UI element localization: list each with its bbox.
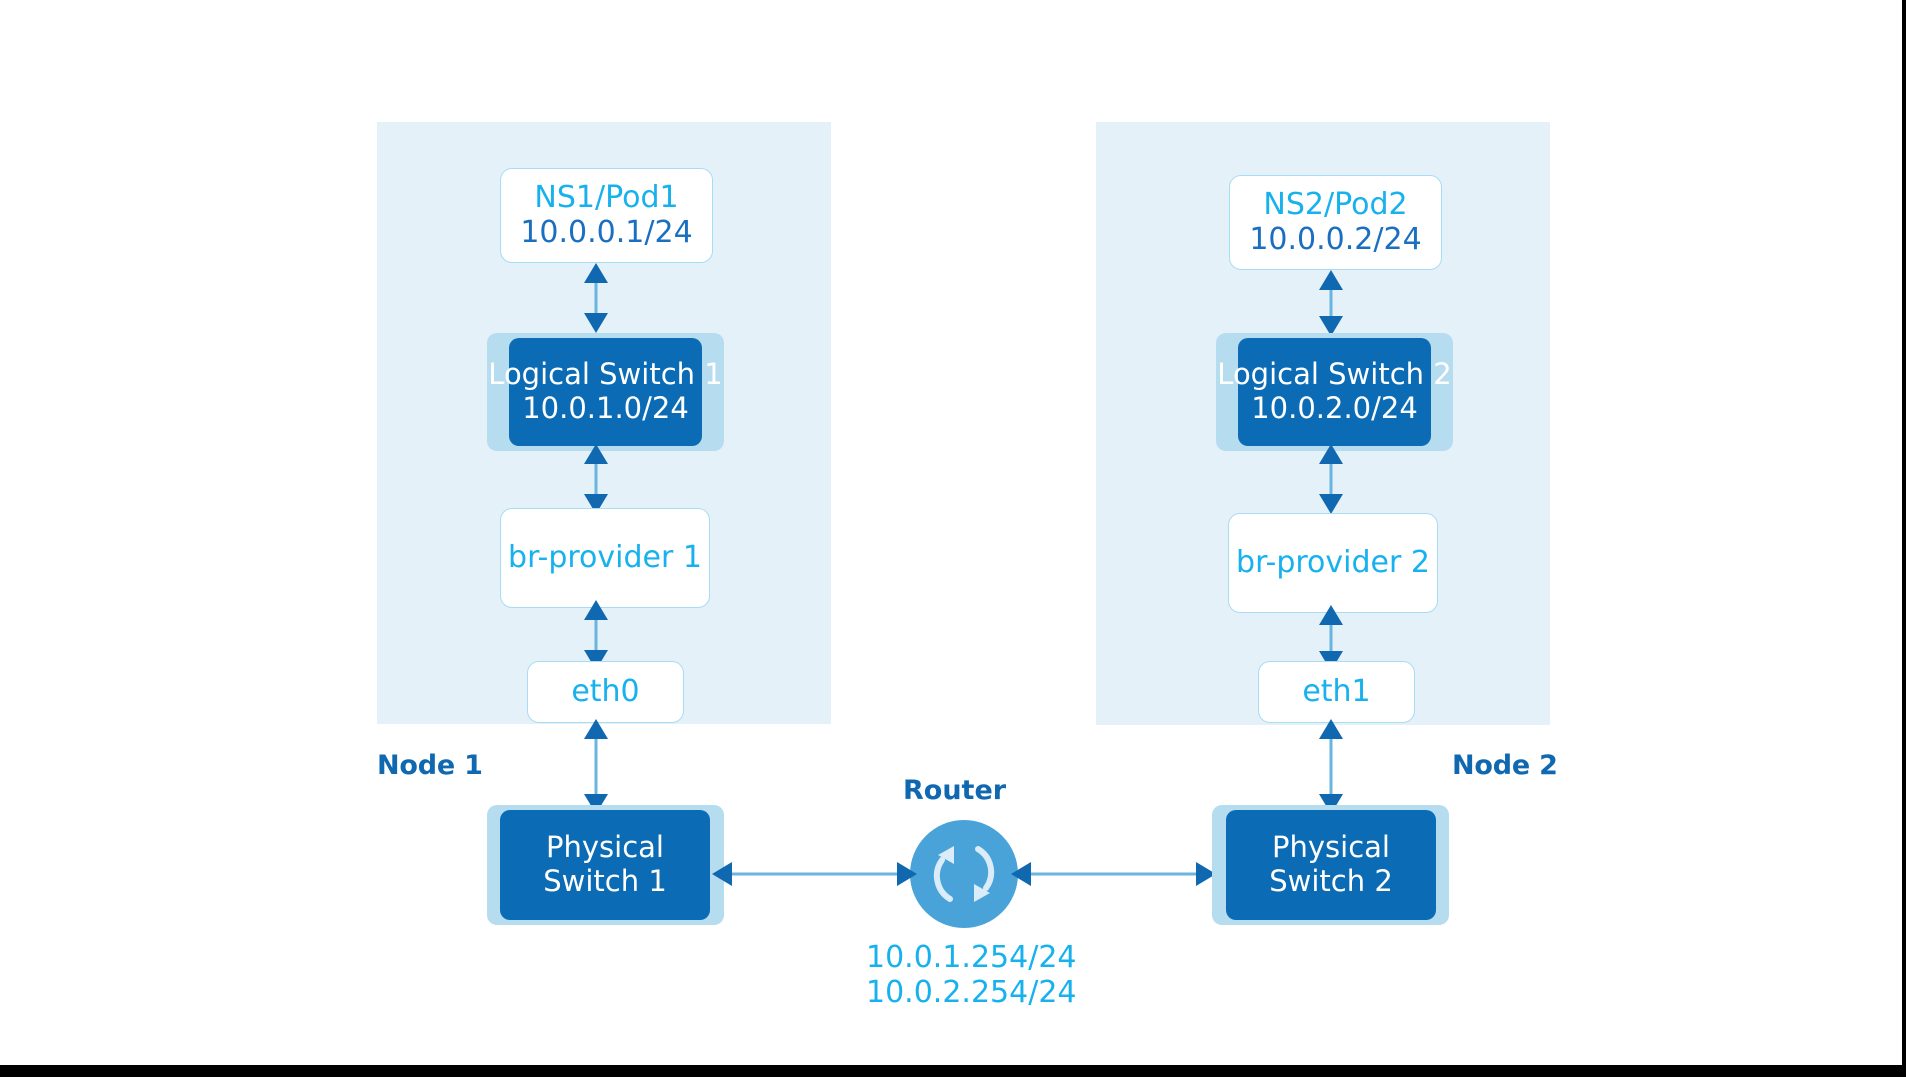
router-icon[interactable] — [910, 820, 1018, 928]
arrow-nic-to-physical-switch-node1 — [584, 719, 608, 814]
physical-switch-line2-node1: Switch 1 — [543, 864, 667, 898]
physical-switch-line1-node2: Physical — [1272, 830, 1390, 865]
pod-box-node2[interactable]: NS2/Pod2 10.0.0.2/24 — [1229, 175, 1442, 270]
right-chrome-bar — [1902, 0, 1906, 1077]
arrow-logical-switch-to-bridge-node2 — [1319, 444, 1343, 514]
pod-box-node1[interactable]: NS1/Pod1 10.0.0.1/24 — [500, 168, 713, 263]
logical-switch-box-node1[interactable]: Logical Switch 1 10.0.1.0/24 — [488, 338, 723, 446]
nic-box-node2[interactable]: eth1 — [1258, 661, 1415, 723]
physical-switch-box-node1[interactable]: Physical Switch 1 — [500, 810, 710, 920]
bridge-box-node2[interactable]: br-provider 2 — [1228, 513, 1438, 613]
router-ip-list: 10.0.1.254/24 10.0.2.254/24 — [866, 940, 1077, 1011]
bottom-chrome-bar — [0, 1065, 1906, 1077]
arrow-pod-to-logical-switch-node1 — [584, 263, 608, 333]
router-ip-1: 10.0.1.254/24 — [866, 940, 1077, 975]
logical-switch-box-node2[interactable]: Logical Switch 2 10.0.2.0/24 — [1217, 338, 1452, 446]
logical-switch-wrap-node2[interactable]: Logical Switch 2 10.0.2.0/24 — [1216, 333, 1453, 451]
bridge-box-node1[interactable]: br-provider 1 — [500, 508, 710, 608]
physical-switch-line1-node1: Physical — [546, 830, 664, 865]
pod-name-node2: NS2/Pod2 — [1263, 186, 1408, 222]
logical-switch-name-node1: Logical Switch 1 — [488, 357, 723, 392]
diagram-canvas: NS1/Pod1 10.0.0.1/24 Logical Switch 1 10… — [0, 0, 1906, 1077]
pod-name-node1: NS1/Pod1 — [534, 179, 679, 215]
arrow-physical-switch1-to-router — [712, 862, 917, 886]
logical-switch-ip-node2: 10.0.2.0/24 — [1251, 391, 1418, 425]
physical-switch-wrap-node1[interactable]: Physical Switch 1 — [487, 805, 724, 925]
physical-switch-wrap-node2[interactable]: Physical Switch 2 — [1212, 805, 1449, 925]
logical-switch-ip-node1: 10.0.1.0/24 — [522, 391, 689, 425]
arrow-router-to-physical-switch2 — [1011, 862, 1216, 886]
router-ip-2: 10.0.2.254/24 — [866, 975, 1077, 1011]
node-label-node1: Node 1 — [377, 750, 483, 781]
pod-ip-node2: 10.0.0.2/24 — [1249, 221, 1422, 257]
arrow-pod-to-logical-switch-node2 — [1319, 270, 1343, 336]
router-label: Router — [903, 775, 1007, 806]
node-label-node2: Node 2 — [1452, 750, 1558, 781]
bridge-name-node2: br-provider 2 — [1236, 544, 1430, 580]
nic-box-node1[interactable]: eth0 — [527, 661, 684, 723]
pod-ip-node1: 10.0.0.1/24 — [520, 214, 693, 250]
arrow-logical-switch-to-bridge-node1 — [584, 444, 608, 514]
physical-switch-box-node2[interactable]: Physical Switch 2 — [1226, 810, 1436, 920]
logical-switch-wrap-node1[interactable]: Logical Switch 1 10.0.1.0/24 — [487, 333, 724, 451]
logical-switch-name-node2: Logical Switch 2 — [1217, 357, 1452, 392]
arrow-nic-to-physical-switch-node2 — [1319, 719, 1343, 814]
nic-name-node2: eth1 — [1302, 673, 1371, 709]
physical-switch-line2-node2: Switch 2 — [1269, 864, 1393, 898]
arrow-bridge-to-nic-node1 — [584, 600, 608, 670]
bridge-name-node1: br-provider 1 — [508, 539, 702, 575]
nic-name-node1: eth0 — [571, 673, 640, 709]
